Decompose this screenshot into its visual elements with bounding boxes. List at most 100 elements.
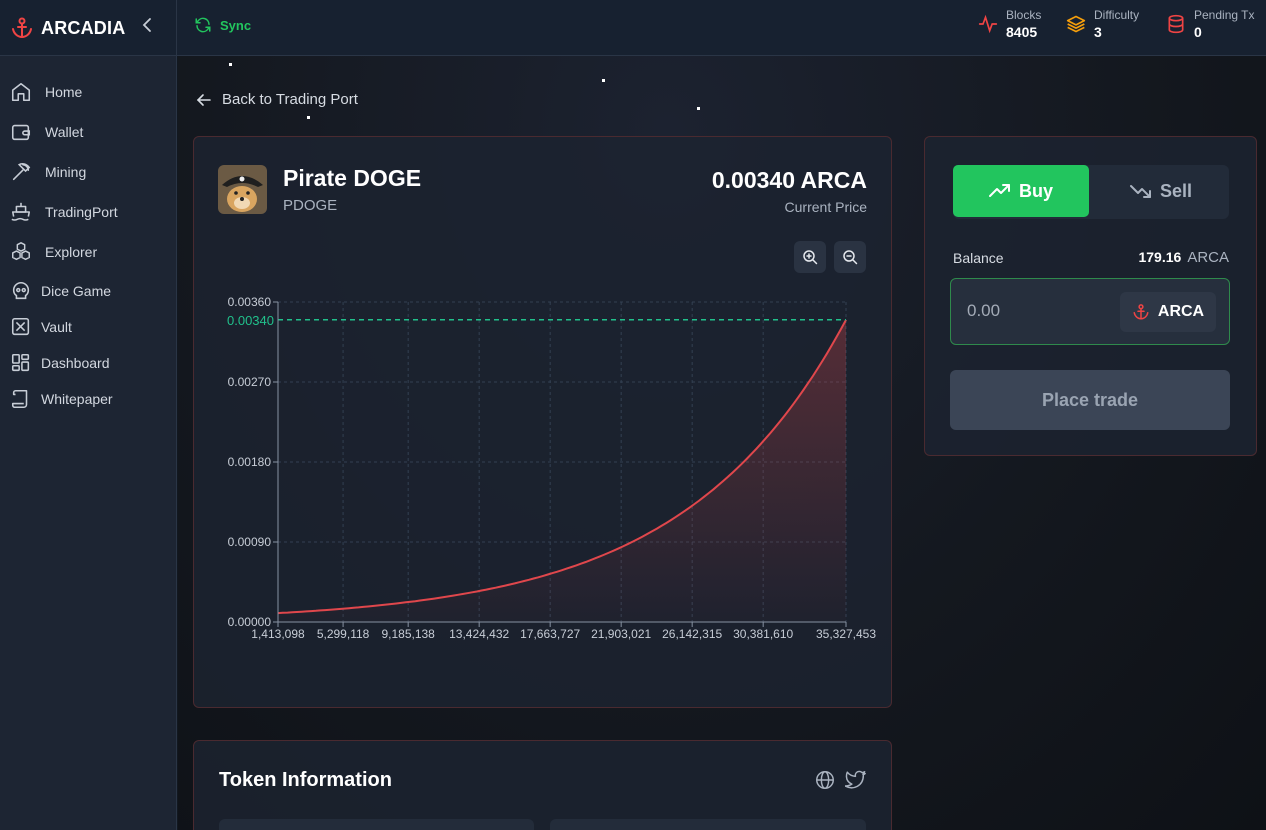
sidebar-item-dice-game[interactable]: Dice Game	[10, 280, 111, 302]
blocks-icon	[12, 242, 30, 261]
x-tick-label: 17,663,727	[520, 627, 580, 641]
trade-tabs: Buy Sell	[953, 165, 1229, 219]
sidebar-item-label: Explorer	[45, 244, 98, 260]
sidebar: Home Wallet Mining TradingPort Explorer …	[0, 56, 177, 830]
back-label: Back to Trading Port	[222, 91, 358, 108]
sidebar-item-vault[interactable]: Vault	[10, 316, 72, 338]
zoom-in-button[interactable]	[794, 241, 826, 273]
brand: ARCADIA	[0, 0, 177, 56]
token-symbol: PDOGE	[283, 197, 338, 214]
x-tick-label: 1,413,098	[251, 627, 305, 641]
star-dot	[307, 116, 310, 119]
sidebar-item-label: Dice Game	[41, 283, 112, 299]
arrow-left-icon	[196, 93, 211, 106]
sidebar-item-label: Mining	[45, 164, 87, 180]
globe-icon[interactable]	[814, 769, 836, 791]
x-tick-label: 5,299,118	[317, 627, 370, 641]
top-bar: ARCADIA Sync Blocks 8405 Difficulty 3 Pe…	[0, 0, 1266, 56]
token-logo	[218, 165, 267, 214]
scroll-icon	[11, 389, 28, 409]
sidebar-item-label: Wallet	[45, 124, 84, 140]
main-content: Back to Trading Port Pirate DOGE PDOGE 0…	[178, 56, 1266, 830]
sidebar-item-dashboard[interactable]: Dashboard	[10, 352, 110, 374]
y-tick-label: 0.00360	[228, 295, 272, 309]
anchor-icon	[12, 17, 32, 39]
buy-tab[interactable]: Buy	[953, 165, 1089, 217]
trending-up-icon	[988, 184, 1010, 197]
refresh-icon	[195, 17, 211, 33]
vault-icon	[11, 317, 30, 336]
stat-difficulty: Difficulty 3	[1066, 8, 1139, 41]
trending-down-icon	[1129, 185, 1151, 198]
database-icon	[1168, 14, 1184, 34]
x-tick-label: 30,381,610	[733, 627, 793, 641]
current-price-tick-label: 0.00340	[227, 313, 274, 328]
x-tick-label: 26,142,315	[662, 627, 722, 641]
sidebar-item-label: Home	[45, 84, 83, 100]
info-panel	[550, 819, 866, 830]
sidebar-item-label: TradingPort	[45, 204, 118, 220]
token-name: Pirate DOGE	[283, 165, 422, 191]
brand-name: ARCADIA	[41, 17, 126, 38]
stat-pending-tx: Pending Tx 0	[1166, 8, 1255, 41]
sync-button[interactable]: Sync	[194, 16, 251, 34]
stat-label: Difficulty	[1094, 8, 1140, 22]
sidebar-item-whitepaper[interactable]: Whitepaper	[10, 388, 113, 410]
sidebar-item-label: Dashboard	[41, 355, 110, 371]
home-icon	[11, 82, 31, 102]
zoom-in-icon	[803, 250, 818, 265]
price-area	[278, 319, 846, 622]
current-price-label: Current Price	[784, 199, 867, 215]
place-trade-button[interactable]: Place trade	[950, 370, 1230, 430]
zoom-out-button[interactable]	[834, 241, 866, 273]
amount-field: ARCA	[950, 278, 1230, 345]
token-info-card: Token Information	[193, 740, 892, 830]
grid-icon	[11, 353, 30, 372]
price-chart: 0.00340 0.000000.000900.001800.002700.00…	[227, 295, 876, 641]
y-tick-label: 0.00090	[228, 535, 272, 549]
sidebar-item-label: Whitepaper	[41, 391, 113, 407]
star-dot	[602, 79, 605, 82]
sidebar-item-tradingport[interactable]: TradingPort	[10, 201, 118, 223]
y-tick-label: 0.00180	[228, 455, 272, 469]
amount-input[interactable]	[967, 297, 1107, 325]
stat-label: Pending Tx	[1194, 8, 1255, 22]
sidebar-item-home[interactable]: Home	[10, 81, 82, 103]
twitter-icon[interactable]	[845, 769, 867, 791]
stat-blocks: Blocks 8405	[978, 8, 1041, 41]
x-tick-label: 13,424,432	[449, 627, 509, 641]
sync-label: Sync	[220, 17, 252, 33]
trade-card: Buy Sell Balance 179.16 ARCA ARCA Place t…	[924, 136, 1257, 456]
anchor-icon	[1133, 304, 1149, 320]
sidebar-item-label: Vault	[41, 319, 72, 335]
stat-value: 0	[1194, 24, 1202, 40]
sidebar-item-wallet[interactable]: Wallet	[10, 121, 83, 143]
ship-icon	[11, 202, 31, 221]
layers-icon	[1066, 15, 1086, 33]
x-tick-label: 35,327,453	[816, 627, 876, 641]
y-tick-label: 0.00270	[228, 375, 272, 389]
token-info-title: Token Information	[219, 769, 392, 791]
balance-label: Balance	[953, 250, 1004, 266]
x-tick-label: 21,903,021	[591, 627, 651, 641]
zoom-out-icon	[843, 250, 858, 265]
star-dot	[697, 107, 700, 110]
sidebar-item-explorer[interactable]: Explorer	[10, 241, 97, 263]
skull-icon	[12, 281, 30, 300]
wallet-icon	[11, 124, 31, 141]
balance-amount: 179.16	[1138, 249, 1182, 265]
back-link[interactable]: Back to Trading Port	[196, 91, 358, 108]
current-price: 0.00340 ARCA	[711, 167, 867, 193]
sell-tab[interactable]: Sell	[1093, 165, 1229, 217]
balance-value: 179.16 ARCA	[1138, 249, 1229, 266]
sell-label: Sell	[1159, 180, 1193, 201]
currency-selector[interactable]: ARCA	[1120, 292, 1216, 332]
sidebar-item-mining[interactable]: Mining	[10, 161, 86, 183]
info-panel	[219, 819, 534, 830]
stat-label: Blocks	[1006, 8, 1042, 22]
x-tick-label: 9,185,138	[381, 627, 435, 641]
collapse-sidebar-icon[interactable]	[140, 16, 154, 34]
token-chart-card: Pirate DOGE PDOGE 0.00340 ARCA Current P…	[193, 136, 892, 708]
star-dot	[229, 63, 232, 66]
stat-value: 8405	[1006, 24, 1038, 40]
